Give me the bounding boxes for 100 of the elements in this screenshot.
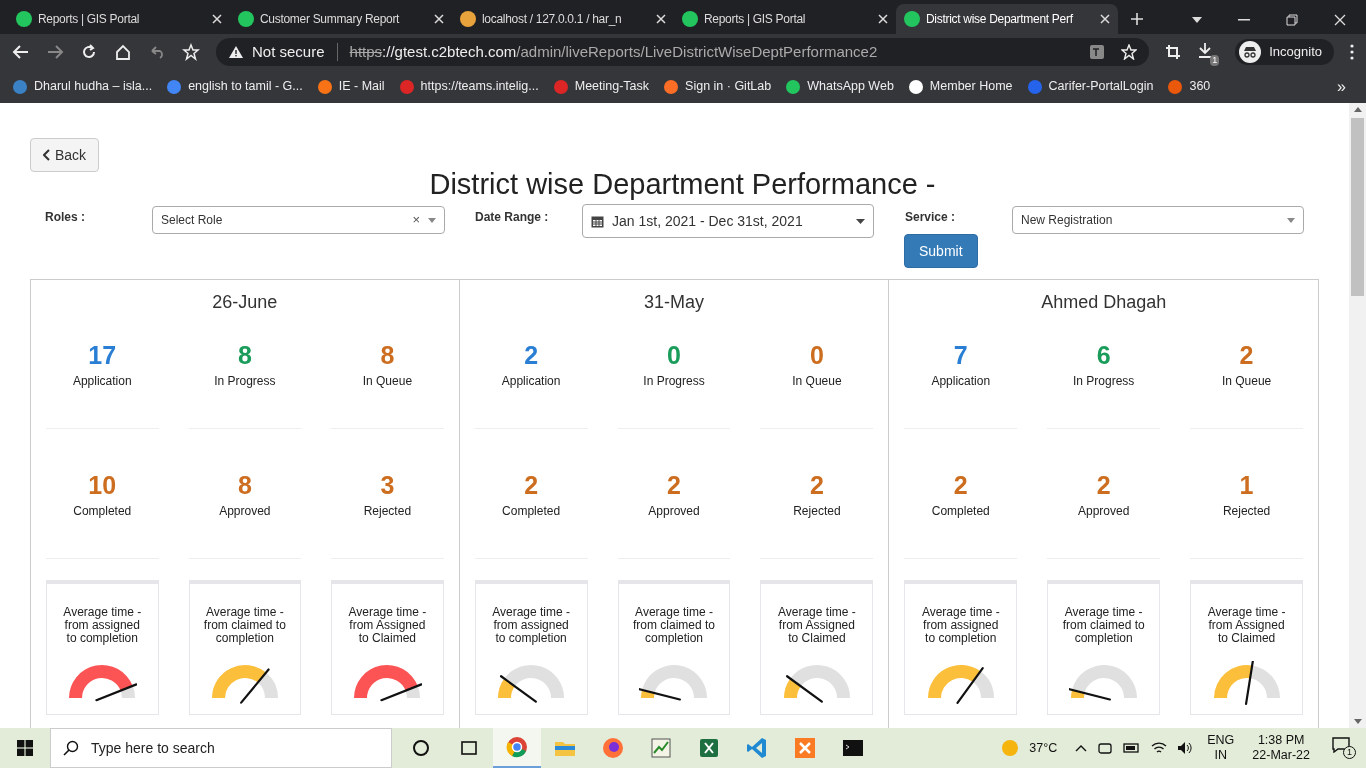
chart-icon[interactable] [649, 736, 673, 760]
stat-label: Application [501, 373, 561, 390]
forward-icon[interactable] [46, 43, 64, 61]
stat-label: Approved [219, 503, 271, 520]
stat-value: 0 [809, 340, 824, 370]
field-label: Roles : [45, 209, 85, 226]
field-label: Date Range : [475, 209, 549, 226]
spreadsheet-icon[interactable] [697, 736, 721, 760]
stat-value: 17 [88, 340, 117, 370]
gauge-title: Average time - from claimed to completion [1061, 606, 1146, 645]
stat-label: In Queue [362, 373, 413, 390]
stat-label: Rejected [1222, 503, 1271, 520]
profile-button[interactable]: Incognito [1235, 39, 1334, 65]
crop-icon[interactable] [1165, 44, 1182, 60]
battery-icon[interactable] [1123, 742, 1142, 754]
submit-button[interactable]: Submit [904, 234, 978, 268]
browser-tab[interactable]: Reports | GIS Portal [8, 4, 230, 34]
wifi-icon[interactable] [1151, 741, 1168, 755]
back-icon[interactable] [12, 43, 30, 61]
address-bar[interactable]: Not secure https://gtest.c2btech.com/admin/liveReports/LiveDistrictWiseDeptPerformance2 [216, 38, 1150, 66]
field-label: Service : [905, 209, 956, 226]
close-icon[interactable] [878, 14, 888, 24]
back-button[interactable]: Back [30, 138, 100, 172]
stat-label: In Queue [792, 373, 842, 390]
restore-icon[interactable] [1286, 14, 1298, 26]
stat-value: 8 [237, 470, 252, 500]
bookmarks-overflow[interactable]: » [1337, 74, 1354, 99]
tab-search-icon[interactable] [1192, 17, 1202, 23]
meet-icon[interactable] [1097, 740, 1114, 756]
close-icon[interactable] [212, 14, 222, 24]
gauge-title: Average time - from assigned to completion [920, 606, 1001, 645]
scroll-down-icon[interactable] [1353, 719, 1362, 724]
search-field[interactable]: Type here to search [50, 728, 392, 768]
browser-tab[interactable]: Customer Summary Report [230, 4, 452, 34]
bookmark[interactable]: 360 [1167, 77, 1211, 96]
browser-tab[interactable]: Reports | GIS Portal [674, 4, 896, 34]
minimize-icon[interactable] [1238, 19, 1250, 21]
stat-label: Rejected [793, 503, 841, 520]
code-editor-icon[interactable] [745, 736, 769, 760]
new-tab-icon[interactable] [1130, 12, 1144, 26]
more-menu-icon[interactable] [1350, 44, 1354, 60]
bookmark[interactable]: Meeting-Task [552, 77, 650, 96]
reload-icon[interactable] [80, 43, 98, 61]
scrollbar[interactable] [1349, 103, 1366, 728]
browser-tab[interactable]: District wise Department Perf [896, 4, 1118, 34]
translate-icon[interactable] [1089, 44, 1106, 60]
stat-label: Completed [931, 503, 990, 520]
gauge-needle [500, 675, 538, 703]
close-icon[interactable] [1334, 14, 1346, 26]
browser-tab[interactable]: localhost / 127.0.0.1 / har_n [452, 4, 674, 34]
stat-value: 7 [953, 340, 968, 370]
select-field[interactable]: Select Role × [152, 206, 445, 234]
bookmark[interactable]: Carifer-PortalLogin [1026, 77, 1154, 96]
incognito-icon [1239, 41, 1262, 63]
caret-icon [428, 217, 436, 223]
chevron-up-icon[interactable] [1075, 744, 1088, 752]
gauge-needle [239, 668, 270, 704]
stat-value: 0 [667, 340, 681, 370]
clock[interactable]: 1:38 PM 22-Mar-22 [1252, 733, 1310, 763]
clear-icon[interactable]: × [412, 210, 420, 230]
chrome-icon[interactable] [505, 735, 529, 759]
server-app-icon[interactable] [793, 736, 817, 760]
close-icon[interactable] [434, 14, 444, 24]
language-indicator[interactable]: ENG IN [1207, 733, 1235, 763]
bookmark[interactable]: Member Home [907, 77, 1013, 96]
gauge-title: Average time - from claimed to completion [632, 606, 716, 645]
scrollbar-thumb[interactable] [1351, 118, 1364, 296]
gauge-track [642, 665, 707, 698]
url-text: https://gtest.c2btech.com/admin/liveReports/LiveDistrictWiseDeptPerformance2 [349, 41, 879, 62]
select-field[interactable]: Jan 1st, 2021 - Dec 31st, 2021 [582, 204, 874, 238]
windows-start-icon[interactable] [17, 740, 33, 756]
download-icon[interactable] [1197, 42, 1214, 58]
calendar-icon [591, 214, 604, 228]
bookmark[interactable]: WhatsApp Web [785, 77, 894, 96]
bookmark[interactable]: Dharul hudha – isla... [12, 77, 153, 96]
notification-icon[interactable] [1332, 737, 1350, 753]
gauge-needle [380, 683, 423, 702]
stat-value: 2 [524, 340, 539, 370]
home-icon[interactable] [114, 43, 132, 61]
sun-icon [1001, 739, 1020, 757]
notification-count: 1 [1343, 746, 1356, 759]
stat-label: Completed [73, 503, 132, 520]
security-label: Not secure [252, 41, 325, 62]
close-icon[interactable] [656, 14, 666, 24]
stat-value: 8 [380, 340, 395, 370]
stat-value: 2 [1096, 470, 1111, 500]
volume-icon[interactable] [1177, 741, 1194, 755]
star-icon[interactable] [1121, 44, 1138, 60]
bookmark[interactable]: Sign in · GitLab [663, 77, 772, 96]
star-icon[interactable] [182, 43, 200, 61]
bookmark[interactable]: IE - Mail [316, 77, 385, 96]
gauge-title: Average time - from claimed to completion [202, 606, 287, 645]
gauge-needle [95, 683, 138, 702]
select-field[interactable]: New Registration [1012, 206, 1304, 234]
close-icon[interactable] [1100, 14, 1110, 24]
bookmark[interactable]: english to tamil - G... [166, 77, 303, 96]
scroll-up-icon[interactable] [1353, 107, 1362, 112]
stat-value: 2 [809, 470, 824, 500]
firefox-icon[interactable] [601, 736, 625, 760]
bookmark[interactable]: https://teams.intelig... [398, 77, 539, 96]
